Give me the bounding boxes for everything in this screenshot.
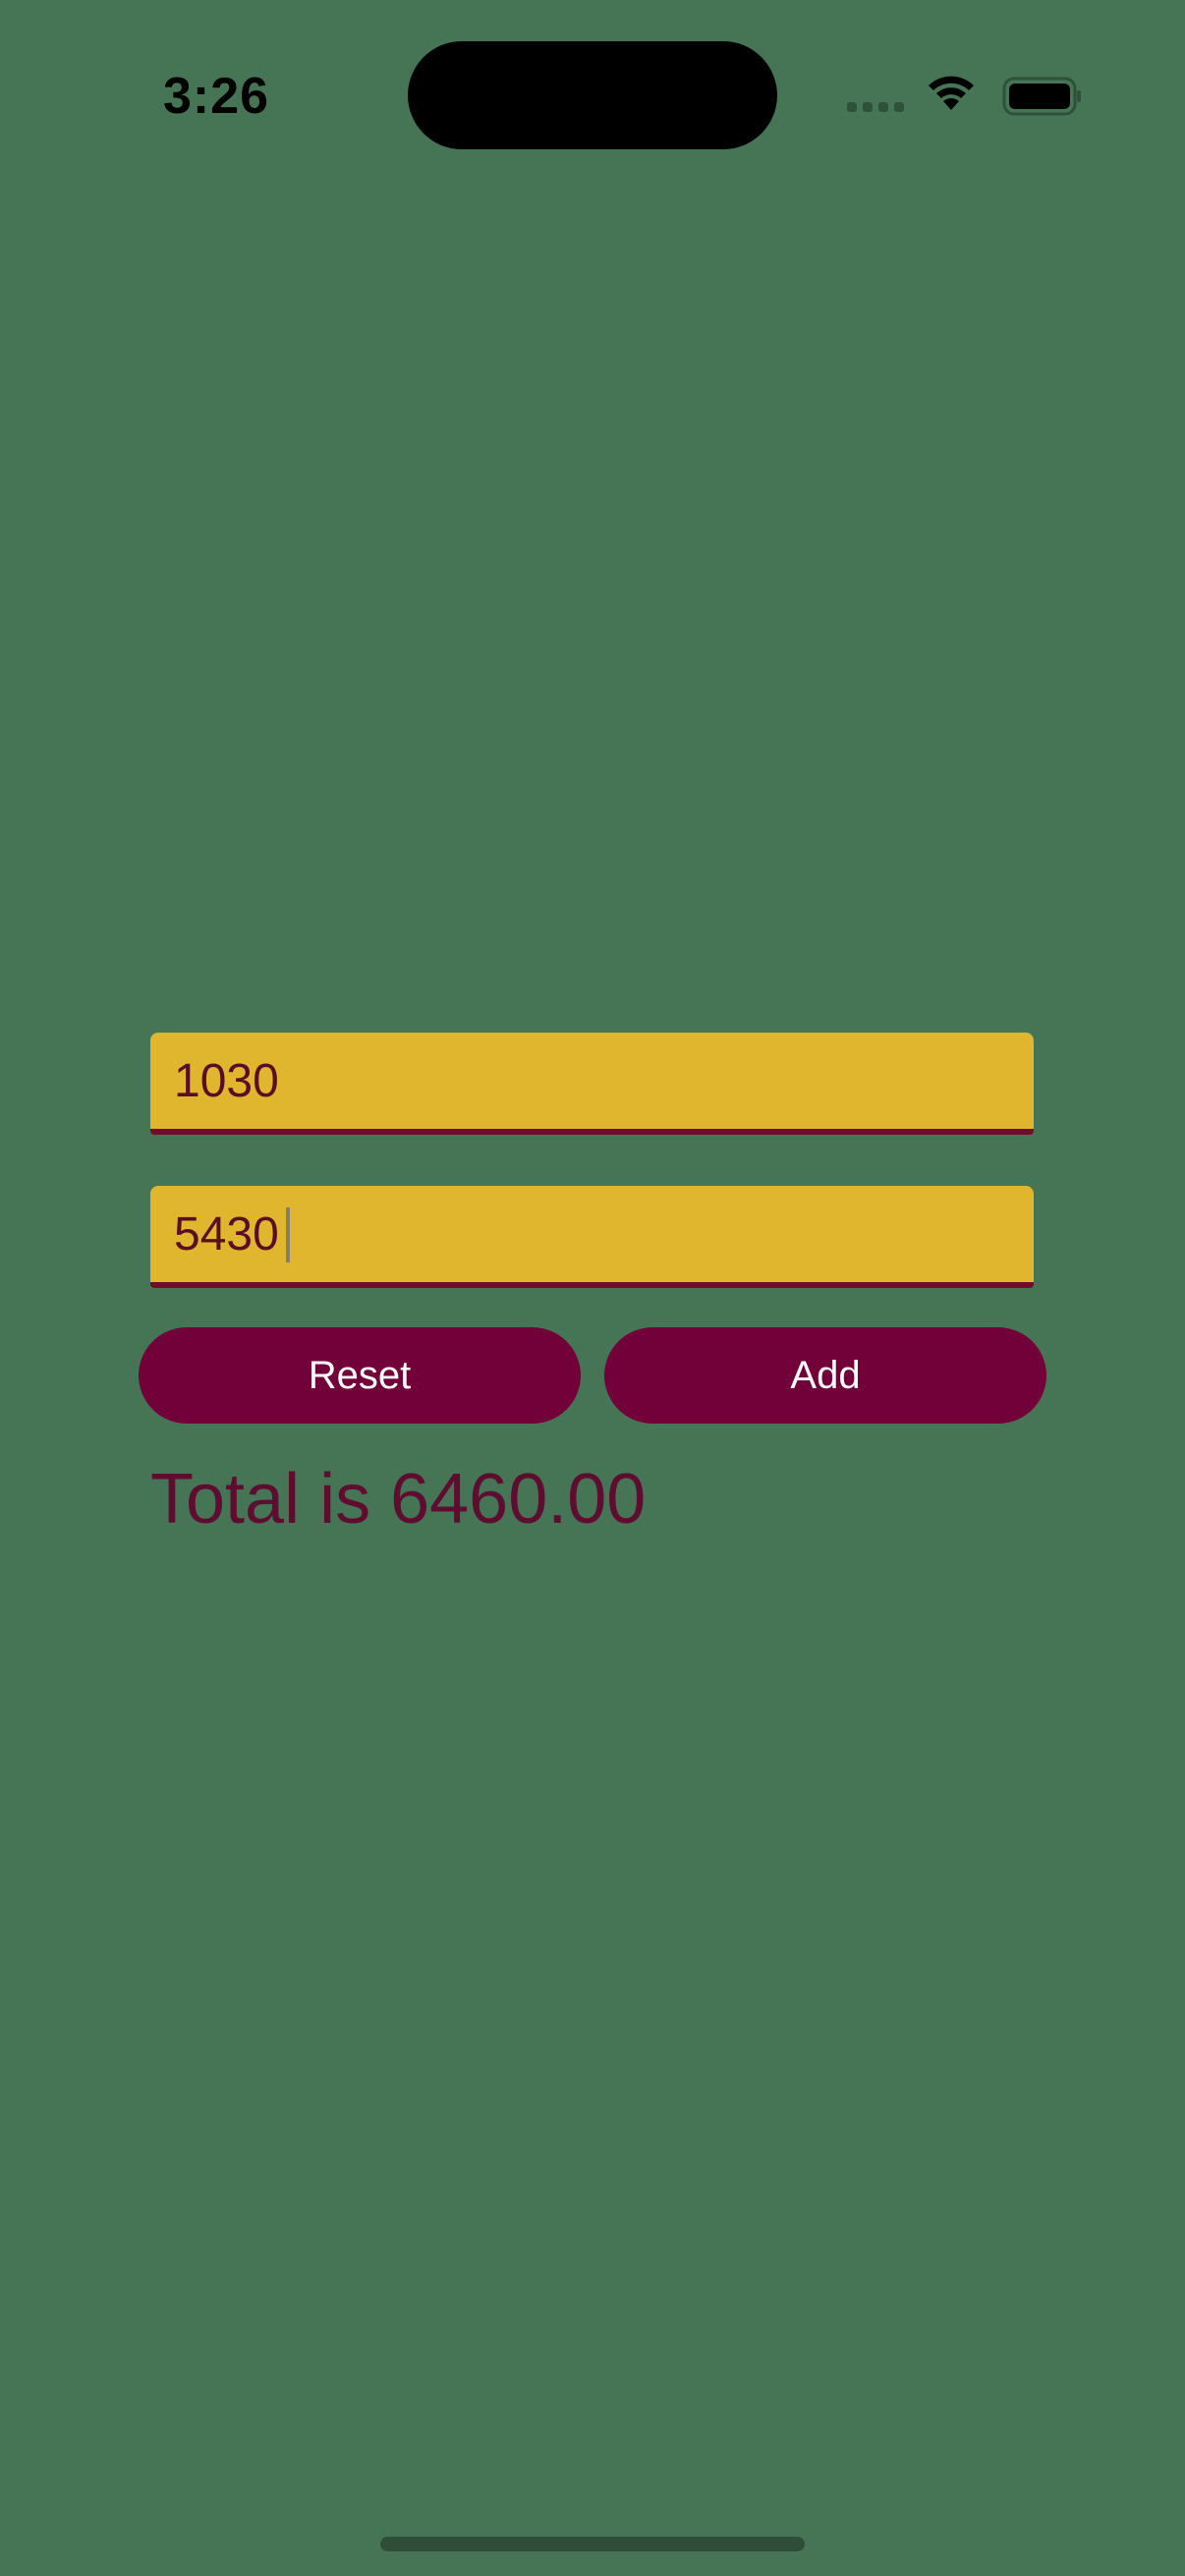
home-indicator[interactable] <box>380 2537 805 2551</box>
status-icons <box>847 71 1083 120</box>
cellular-signal-icon <box>847 102 904 112</box>
first-number-input[interactable] <box>150 1033 1034 1129</box>
text-cursor <box>286 1207 290 1262</box>
status-bar: 3:26 <box>0 0 1185 196</box>
status-time: 3:26 <box>163 68 270 125</box>
first-number-field[interactable] <box>150 1033 1034 1135</box>
wifi-icon <box>929 76 974 110</box>
add-button[interactable]: Add <box>604 1327 1046 1424</box>
dynamic-island <box>408 41 777 149</box>
total-label: Total is 6460.00 <box>150 1460 647 1539</box>
battery-icon <box>1002 77 1081 116</box>
second-number-input[interactable] <box>150 1186 1034 1282</box>
second-number-field[interactable] <box>150 1186 1034 1288</box>
reset-button[interactable]: Reset <box>139 1327 581 1424</box>
